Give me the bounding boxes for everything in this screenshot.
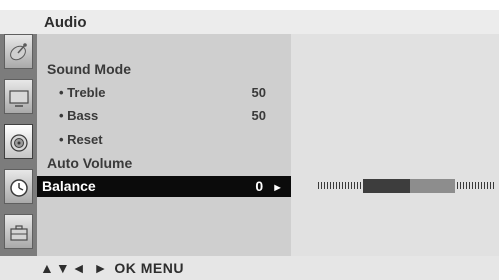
- clock-tile[interactable]: [4, 169, 33, 204]
- treble-label: • Treble: [59, 85, 106, 100]
- briefcase-tile[interactable]: [4, 214, 33, 249]
- bass-label: • Bass: [59, 108, 99, 123]
- treble-item[interactable]: • Treble 50: [37, 82, 291, 104]
- category-icon-rail: [0, 34, 37, 256]
- satellite-dish-tile[interactable]: [4, 34, 33, 69]
- audio-options-list: Sound Mode • Treble 50 • Bass 50 • Reset…: [37, 34, 291, 256]
- balance-right-channel-bar: [410, 179, 455, 193]
- speaker-icon: [10, 134, 28, 152]
- balance-ticks-left: [318, 182, 362, 189]
- balance-value-group: 0 ►: [255, 178, 283, 194]
- ok-menu-hint: OK MENU: [114, 260, 184, 276]
- sound-mode-label: Sound Mode: [47, 61, 131, 77]
- speaker-tile[interactable]: [4, 124, 33, 159]
- title-bar: Audio: [0, 10, 499, 34]
- right-arrow-icon: ►: [272, 182, 283, 194]
- direction-arrows-icon: ▲▼◄ ►: [40, 260, 110, 276]
- tv-screen-icon: [9, 90, 29, 107]
- bass-value: 50: [251, 108, 266, 123]
- navigation-hint: ▲▼◄ ► OK MENU: [40, 260, 184, 276]
- clock-icon: [10, 179, 28, 197]
- balance-value: 0: [255, 178, 264, 194]
- reset-label: • Reset: [59, 132, 103, 147]
- tv-screen-tile[interactable]: [4, 79, 33, 114]
- auto-volume-item[interactable]: Auto Volume: [37, 152, 291, 174]
- satellite-dish-icon: [10, 43, 27, 61]
- briefcase-icon: [10, 225, 28, 241]
- sound-mode-item[interactable]: Sound Mode: [37, 58, 291, 80]
- navigation-hint-bar: ▲▼◄ ► OK MENU: [0, 256, 499, 280]
- balance-ticks-right: [457, 182, 494, 189]
- reset-item[interactable]: • Reset: [37, 129, 291, 151]
- detail-panel: [291, 34, 499, 256]
- auto-volume-label: Auto Volume: [47, 155, 133, 171]
- balance-label: Balance: [42, 178, 96, 194]
- menu-title: Audio: [44, 14, 87, 31]
- balance-item[interactable]: Balance 0 ►: [37, 176, 291, 197]
- treble-value: 50: [251, 85, 266, 100]
- balance-slider[interactable]: [318, 179, 494, 193]
- audio-osd-menu: Audio Sound Mode • Treble 50 • Bass 50 •…: [0, 0, 499, 280]
- bass-item[interactable]: • Bass 50: [37, 105, 291, 127]
- balance-left-channel-bar: [363, 179, 410, 193]
